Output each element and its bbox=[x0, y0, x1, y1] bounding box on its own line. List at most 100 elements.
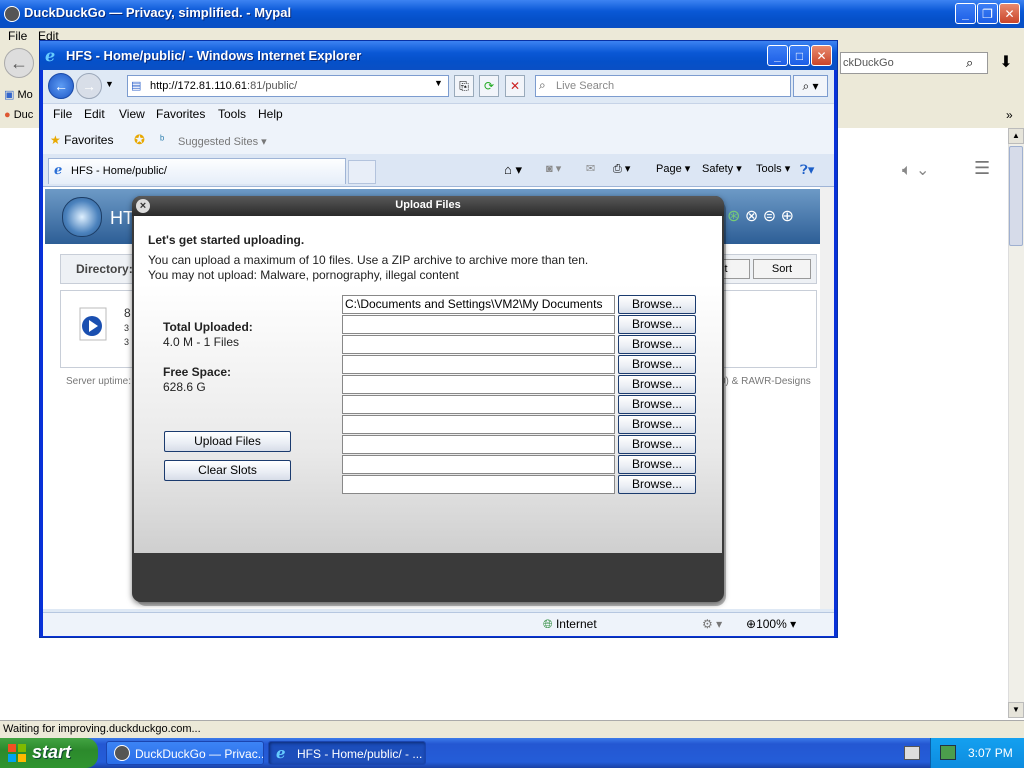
clock[interactable]: 3:07 PM bbox=[968, 746, 1013, 760]
browse-button-2[interactable]: Browse... bbox=[618, 315, 696, 334]
suggested-sites-icon: ᵇ bbox=[160, 134, 165, 146]
ie-menu-edit[interactable]: Edit bbox=[84, 107, 105, 121]
firefox-back-button[interactable]: ← bbox=[4, 48, 34, 78]
suggested-sites-button[interactable]: Suggested Sites ▾ bbox=[178, 135, 267, 148]
clear-slots-button[interactable]: Clear Slots bbox=[164, 460, 291, 481]
firefox-download-icon[interactable]: ⬇ bbox=[994, 52, 1018, 74]
ie-maximize-button[interactable]: □ bbox=[789, 45, 810, 66]
ie-page-scrollbar[interactable] bbox=[820, 187, 834, 609]
add-favorite-icon[interactable]: ✪ bbox=[134, 132, 145, 148]
scroll-down-icon[interactable]: ▼ bbox=[1008, 702, 1024, 718]
firefox-minimize-button[interactable]: _ bbox=[955, 3, 976, 24]
file-slot-3[interactable] bbox=[342, 335, 615, 354]
address-dropdown-icon[interactable]: ▼ bbox=[434, 78, 443, 88]
ie-search-input[interactable]: Live Search bbox=[535, 75, 791, 97]
browse-button-1[interactable]: Browse... bbox=[618, 295, 696, 314]
download-round-icon[interactable]: ⊛ bbox=[727, 208, 740, 225]
file-slot-1[interactable]: C:\Documents and Settings\VM2\My Documen… bbox=[342, 295, 615, 314]
zoom-control[interactable]: ⊕100% ▾ bbox=[746, 617, 796, 631]
firefox-close-button[interactable]: ✕ bbox=[999, 3, 1020, 24]
file-slot-10[interactable] bbox=[342, 475, 615, 494]
ie-menu-favorites[interactable]: Favorites bbox=[156, 107, 205, 121]
ie-forward-button[interactable]: → bbox=[76, 73, 102, 99]
browse-button-4[interactable]: Browse... bbox=[618, 355, 696, 374]
live-search-icon: ⌕ bbox=[539, 78, 546, 92]
stop-icon[interactable]: ✕ bbox=[505, 75, 525, 97]
browse-button-7[interactable]: Browse... bbox=[618, 415, 696, 434]
browse-button-3[interactable]: Browse... bbox=[618, 335, 696, 354]
total-uploaded-label: Total Uploaded: bbox=[163, 320, 253, 334]
print-icon[interactable]: ⎙ ▾ bbox=[613, 162, 630, 176]
home-icon[interactable]: ⌂ ▾ bbox=[504, 162, 522, 178]
search-button[interactable]: ⌕ ▾ bbox=[793, 75, 828, 97]
help-icon[interactable]: ❓︎▾ bbox=[800, 162, 814, 178]
file-slot-2[interactable] bbox=[342, 315, 615, 334]
feeds-icon[interactable]: ◙ ▾ bbox=[546, 162, 561, 175]
keyboard-icon[interactable] bbox=[904, 746, 920, 760]
zoom-icon: ⊕ bbox=[746, 617, 757, 631]
close-round-icon[interactable]: ⊗ bbox=[745, 208, 758, 225]
browse-button-5[interactable]: Browse... bbox=[618, 375, 696, 394]
file-slot-4[interactable] bbox=[342, 355, 615, 374]
firefox-restore-button[interactable]: ❐ bbox=[977, 3, 998, 24]
ie-minimize-button[interactable]: _ bbox=[767, 45, 788, 66]
file-slot-6[interactable] bbox=[342, 395, 615, 414]
ie-address-bar[interactable]: http://172.81.110.61:81/public/ bbox=[127, 75, 449, 97]
file-slot-5[interactable] bbox=[342, 375, 615, 394]
free-space-value: 628.6 G bbox=[163, 380, 206, 394]
refresh-icon[interactable]: ⟳ bbox=[479, 75, 499, 97]
hamburger-menu-icon[interactable]: ☰ bbox=[974, 158, 990, 179]
ie-menu-file[interactable]: File bbox=[53, 107, 72, 121]
search-round-icon[interactable]: ⊕ bbox=[781, 208, 794, 225]
browse-button-6[interactable]: Browse... bbox=[618, 395, 696, 414]
ie-close-button[interactable]: ✕ bbox=[811, 45, 832, 66]
hfs-header-icons[interactable]: ⊛ ⊗ ⊜ ⊕ bbox=[727, 206, 794, 226]
scrollbar-thumb[interactable] bbox=[1009, 146, 1023, 246]
read-mail-icon[interactable]: ✉ bbox=[586, 162, 595, 175]
dialog-close-icon[interactable]: × bbox=[136, 199, 150, 213]
scroll-up-icon[interactable]: ▲ bbox=[1008, 128, 1024, 144]
lock-round-icon[interactable]: ⊜ bbox=[763, 208, 776, 225]
ie-tab-icon: ℯ bbox=[54, 162, 63, 177]
firefox-search-icon[interactable]: ⌕ bbox=[966, 55, 973, 71]
firefox-tab-duckduckgo[interactable]: ● Duc bbox=[4, 109, 33, 121]
tools-menu[interactable]: Tools ▾ bbox=[756, 162, 790, 175]
file-slot-9[interactable] bbox=[342, 455, 615, 474]
safety-menu[interactable]: Safety ▾ bbox=[702, 162, 742, 175]
taskbar-item-hfs[interactable]: HFS - Home/public/ - ... bbox=[268, 741, 426, 765]
server-uptime: Server uptime: bbox=[66, 376, 132, 387]
security-zone[interactable]: 🌐︎ Internet bbox=[543, 617, 597, 632]
page-icon: ▤ bbox=[131, 80, 142, 92]
directory-label: Directory: bbox=[76, 262, 133, 276]
ie-taskbar-icon: ℯ bbox=[276, 745, 286, 762]
speaker-icon[interactable]: 🔈︎ ⌄ bbox=[902, 160, 929, 180]
browse-button-9[interactable]: Browse... bbox=[618, 455, 696, 474]
media-file-icon[interactable] bbox=[72, 306, 112, 342]
ie-menu-help[interactable]: Help bbox=[258, 107, 283, 121]
free-space-label: Free Space: bbox=[163, 365, 232, 379]
network-tray-icon[interactable] bbox=[940, 745, 956, 760]
browse-button-8[interactable]: Browse... bbox=[618, 435, 696, 454]
firefox-bookmark-item[interactable]: ▣ Mo bbox=[4, 88, 33, 101]
protected-mode-icon[interactable]: ⚙ ▾ bbox=[702, 617, 722, 631]
upload-files-button[interactable]: Upload Files bbox=[164, 431, 291, 452]
sort-button[interactable]: Sort bbox=[753, 259, 811, 279]
ie-menu-view[interactable]: View bbox=[119, 107, 145, 121]
favorites-button[interactable]: ★ Favorites bbox=[50, 133, 113, 147]
ie-history-dropdown-icon[interactable]: ▼ bbox=[105, 79, 114, 89]
browse-button-10[interactable]: Browse... bbox=[618, 475, 696, 494]
firefox-tab-overflow-icon[interactable]: » bbox=[1006, 108, 1013, 122]
ie-back-button[interactable]: ← bbox=[48, 73, 74, 99]
new-tab-button[interactable] bbox=[348, 160, 376, 184]
dialog-heading: Let's get started uploading. bbox=[148, 233, 305, 247]
page-menu[interactable]: Page ▾ bbox=[656, 162, 690, 175]
compatibility-view-icon[interactable]: ⎘ bbox=[454, 75, 474, 97]
firefox-menu-file[interactable]: File bbox=[8, 29, 27, 43]
dialog-info-limit: You can upload a maximum of 10 files. Us… bbox=[148, 253, 589, 267]
file-slot-7[interactable] bbox=[342, 415, 615, 434]
ie-menu-tools[interactable]: Tools bbox=[218, 107, 246, 121]
bookmark-icon: ▣ bbox=[4, 89, 15, 101]
file-name[interactable]: 833 bbox=[124, 306, 131, 348]
file-slot-8[interactable] bbox=[342, 435, 615, 454]
tab-hfs[interactable]: HFS - Home/public/ bbox=[48, 158, 346, 184]
